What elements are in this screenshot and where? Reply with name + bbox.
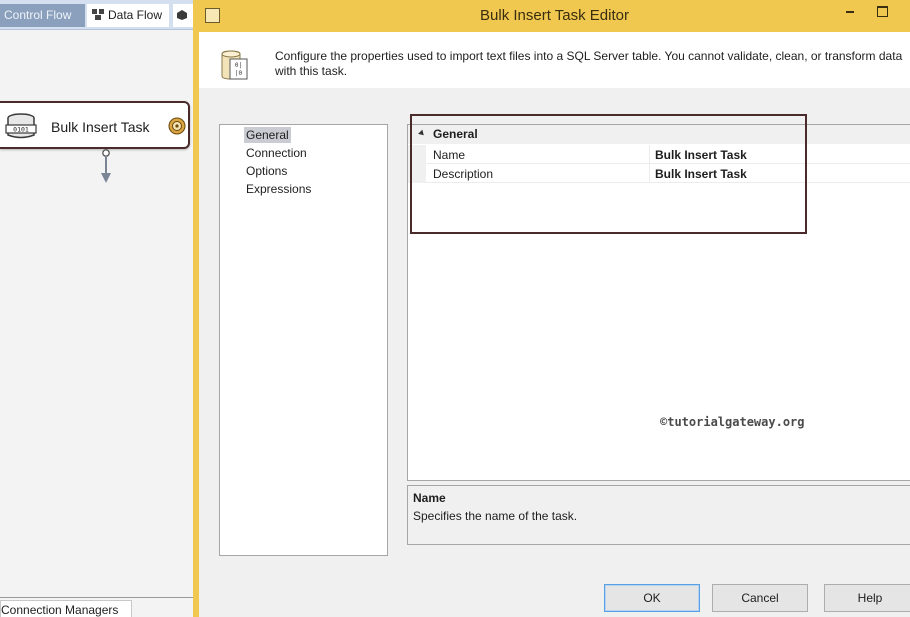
tab-connection-managers[interactable]: Connection Managers (0, 600, 132, 617)
minimize-icon[interactable] (845, 4, 855, 14)
precedence-connector-arrow[interactable] (99, 149, 113, 185)
maximize-icon[interactable] (877, 6, 888, 17)
nav-item-connection[interactable]: Connection (244, 145, 309, 161)
tab-data-flow[interactable]: Data Flow (87, 4, 169, 27)
property-help-panel: Name Specifies the name of the task. (407, 485, 910, 545)
bulk-insert-task-node[interactable]: 0101 Bulk Insert Task (0, 101, 190, 149)
tab-control-flow-label: Control Flow (4, 8, 72, 22)
warning-icon (168, 117, 186, 135)
svg-text:0|: 0| (235, 62, 242, 69)
dialog-title-bar[interactable]: Bulk Insert Task Editor (199, 0, 910, 32)
event-handler-icon (176, 10, 187, 20)
nav-item-general[interactable]: General (244, 127, 291, 143)
svg-text:|0: |0 (235, 70, 243, 77)
bulk-insert-icon: 0| |0 (221, 50, 248, 80)
data-flow-icon (92, 9, 104, 20)
cancel-button[interactable]: Cancel (712, 584, 808, 612)
task-node-label: Bulk Insert Task (51, 119, 150, 135)
dialog-header: 0| |0 Configure the properties used to i… (199, 32, 910, 88)
tab-event-handlers[interactable] (173, 4, 193, 27)
connection-managers-panel: Connection Managers (0, 597, 193, 617)
help-button[interactable]: Help (824, 584, 910, 612)
nav-item-expressions[interactable]: Expressions (244, 181, 313, 197)
dialog-title: Bulk Insert Task Editor (480, 7, 629, 24)
help-title: Name (413, 491, 446, 505)
designer-tab-bar: Control Flow Data Flow (0, 0, 193, 30)
tab-control-flow[interactable]: Control Flow (0, 4, 85, 27)
ok-button[interactable]: OK (604, 584, 700, 612)
dialog-body: General Connection Options Expressions G… (199, 88, 910, 617)
package-designer: Control Flow Data Flow 0101 Bulk Insert … (0, 0, 193, 617)
watermark-text: ©tutorialgateway.org (660, 415, 805, 429)
editor-nav-list: General Connection Options Expressions (219, 124, 388, 556)
nav-item-options[interactable]: Options (244, 163, 289, 179)
svg-text:0101: 0101 (13, 126, 29, 134)
dialog-description: Configure the properties used to import … (275, 49, 903, 78)
dialog-client-area: Bulk Insert Task Editor 0| |0 Configure … (199, 0, 910, 617)
help-text: Specifies the name of the task. (413, 509, 578, 523)
annotation-highlight-box (410, 114, 807, 234)
database-icon: 0101 (5, 113, 37, 139)
bulk-insert-task-editor-dialog: Bulk Insert Task Editor 0| |0 Configure … (193, 0, 910, 617)
tab-data-flow-label: Data Flow (108, 8, 163, 22)
